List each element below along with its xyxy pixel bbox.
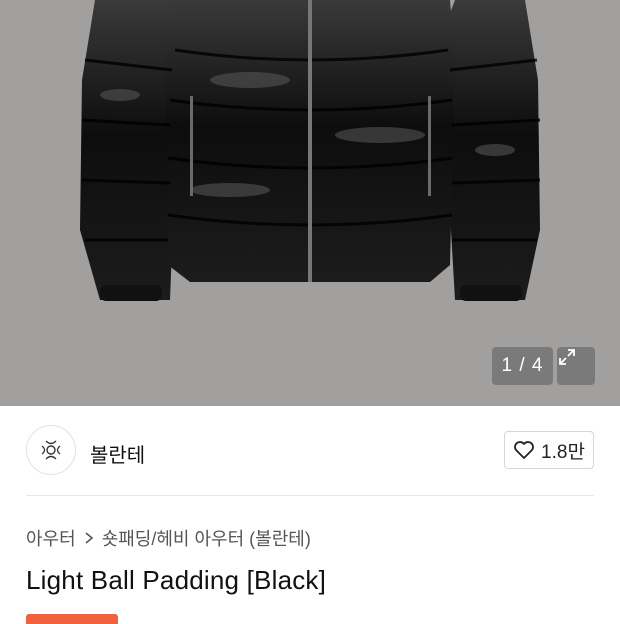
brand-avatar[interactable] bbox=[26, 425, 76, 475]
chevron-right-icon bbox=[85, 532, 93, 544]
breadcrumb: 아우터 숏패딩/헤비 아우터 (볼란테) bbox=[26, 525, 311, 551]
expand-button[interactable] bbox=[557, 347, 595, 385]
image-pager: 1 / 4 bbox=[492, 347, 553, 385]
brand-logo-icon bbox=[41, 440, 61, 460]
breadcrumb-item-outer[interactable]: 아우터 bbox=[26, 525, 76, 551]
breadcrumb-item-category[interactable]: 숏패딩/헤비 아우터 (볼란테) bbox=[102, 525, 311, 551]
product-title: Light Ball Padding [Black] bbox=[26, 565, 327, 595]
heart-icon bbox=[514, 441, 534, 459]
product-photo bbox=[80, 0, 541, 301]
expand-icon bbox=[559, 349, 575, 365]
brand-row: 볼란테 1.8만 bbox=[26, 425, 594, 477]
brand-name[interactable]: 볼란테 bbox=[90, 439, 145, 468]
like-button[interactable]: 1.8만 bbox=[504, 431, 594, 469]
product-image-gallery[interactable]: 1 / 4 bbox=[0, 0, 620, 406]
like-count: 1.8만 bbox=[541, 441, 585, 463]
promo-badge bbox=[26, 614, 118, 624]
divider bbox=[26, 495, 594, 496]
